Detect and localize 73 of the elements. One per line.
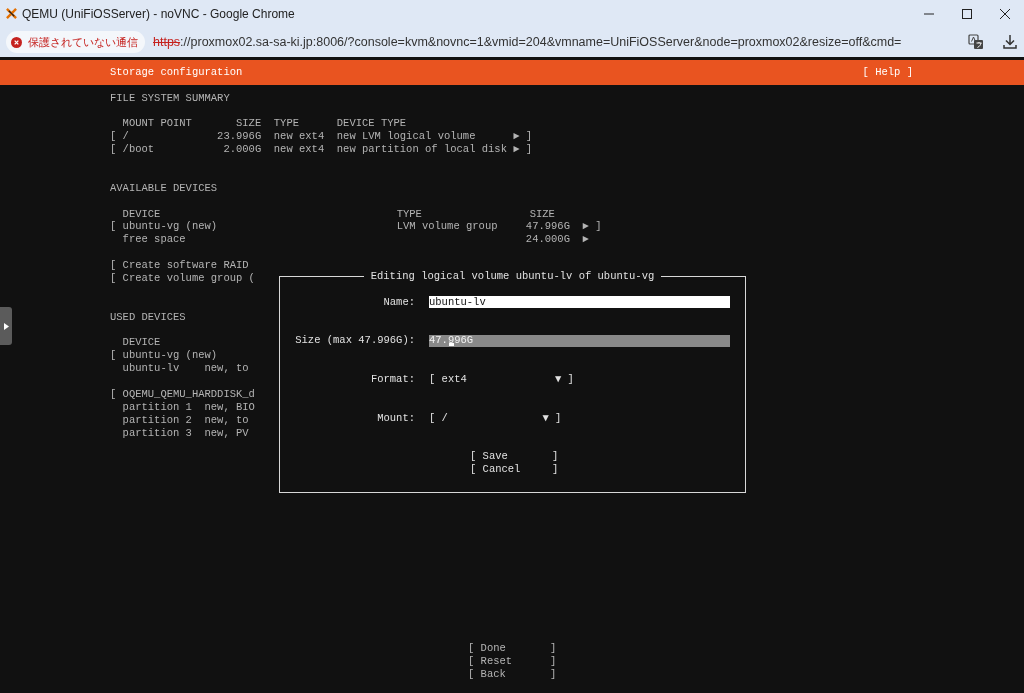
- table-cell-text: new LVM logical volume: [336, 130, 477, 144]
- table-cell-text: 23.996G: [216, 130, 262, 144]
- text-cursor: [448, 343, 454, 347]
- dialog-title: Editing logical volume ubuntu-lv of ubuntu-vg: [364, 270, 661, 283]
- expand-arrow[interactable]: ►: [569, 220, 596, 234]
- column-header: DEVICE: [122, 336, 162, 350]
- help-button[interactable]: [ Help ]: [862, 66, 913, 79]
- section-title: FILE SYSTEM SUMMARY: [110, 91, 231, 105]
- column-header: SIZE: [528, 207, 556, 221]
- table-cell: new, to: [204, 413, 249, 427]
- table-cell[interactable]: free space: [122, 233, 397, 247]
- app-logo-icon: [6, 8, 17, 19]
- field-label: Name:: [382, 295, 415, 309]
- column-header: DEVICE TYPE: [336, 117, 408, 131]
- text-field[interactable]: ubuntu-lv: [429, 295, 730, 308]
- field-label: Format:: [369, 372, 415, 386]
- menu-button[interactable]: [ Save ]: [470, 450, 559, 464]
- table-cell-text: 47.996G: [524, 220, 570, 234]
- table-cell[interactable]: OQEMU_QEMU_HARDDISK_d: [122, 388, 255, 401]
- table-cell[interactable]: ubuntu-lv: [122, 362, 205, 376]
- field-label: Mount:: [376, 411, 415, 425]
- row-bracket: [: [110, 388, 118, 401]
- column-header: TYPE: [396, 207, 422, 221]
- table-cell-text: new partition of local disk: [336, 143, 508, 156]
- row-bracket: ]: [525, 130, 533, 144]
- close-icon: [1000, 8, 1010, 19]
- action-item[interactable]: [ Create software RAID: [110, 259, 1024, 272]
- table-cell: new, PV: [204, 426, 249, 440]
- table-cell[interactable]: /: [122, 130, 199, 144]
- error-icon: [11, 36, 22, 48]
- column-header: SIZE: [235, 117, 262, 131]
- security-chip[interactable]: 保護されていない通信: [6, 31, 145, 53]
- translate-icon[interactable]: [968, 34, 984, 50]
- column-header: TYPE: [272, 117, 300, 131]
- expand-arrow[interactable]: ►: [513, 130, 526, 144]
- field-label: Size (max 47.996G):: [295, 334, 415, 348]
- expand-arrow[interactable]: ►: [569, 233, 596, 247]
- menu-button[interactable]: [ Reset ]: [468, 655, 557, 669]
- dropdown[interactable]: [ / ▼ ]: [429, 411, 562, 425]
- url-text[interactable]: https://proxmox02.sa-sa-ki.jp:8006/?console=kvm&novnc=1&vmid=204&vmname=UniFiOSServer&node=proxmox02&resize=off&cmd=: [153, 35, 950, 49]
- table-cell[interactable]: ubuntu-vg (new): [122, 349, 218, 363]
- row-bracket: [: [110, 143, 118, 156]
- row-bracket: [: [110, 220, 118, 234]
- section-title: AVAILABLE DEVICES: [110, 181, 219, 195]
- menu-button[interactable]: [ Back ]: [468, 668, 557, 681]
- table-cell[interactable]: partition 3: [122, 426, 205, 440]
- menu-button[interactable]: [ Done ]: [468, 642, 557, 656]
- table-cell-text: LVM volume group: [396, 220, 499, 234]
- row-bracket: ]: [525, 143, 533, 156]
- table-cell: new, to: [204, 362, 249, 376]
- section-title: USED DEVICES: [110, 310, 187, 324]
- table-cell-text: new ext4: [272, 130, 326, 144]
- maximize-icon: [962, 8, 972, 19]
- table-cell-text: new ext4: [272, 143, 326, 156]
- menu-button[interactable]: [ Cancel ]: [470, 463, 559, 477]
- column-header: DEVICE: [122, 207, 162, 221]
- table-cell[interactable]: /boot: [122, 143, 199, 156]
- expand-arrow[interactable]: ►: [513, 143, 526, 156]
- table-cell-text: 24.000G: [524, 233, 570, 247]
- row-bracket: [: [110, 130, 118, 144]
- table-cell[interactable]: partition 1: [122, 400, 205, 414]
- screen-title: Storage configuration: [110, 66, 243, 79]
- download-icon[interactable]: [1002, 34, 1018, 50]
- window-title: QEMU (UniFiOSServer) - noVNC - Google Chrome: [22, 6, 296, 21]
- side-panel-handle[interactable]: [0, 307, 12, 345]
- row-bracket: [: [110, 349, 118, 363]
- table-cell[interactable]: partition 2: [122, 413, 205, 427]
- dropdown[interactable]: [ ext4 ▼ ]: [429, 372, 574, 386]
- table-cell[interactable]: ubuntu-vg (new): [122, 220, 397, 234]
- table-cell: new, BIO: [204, 400, 255, 414]
- row-bracket: ]: [595, 220, 602, 234]
- column-header: MOUNT POINT: [122, 117, 193, 131]
- table-cell-text: 2.000G: [222, 143, 262, 156]
